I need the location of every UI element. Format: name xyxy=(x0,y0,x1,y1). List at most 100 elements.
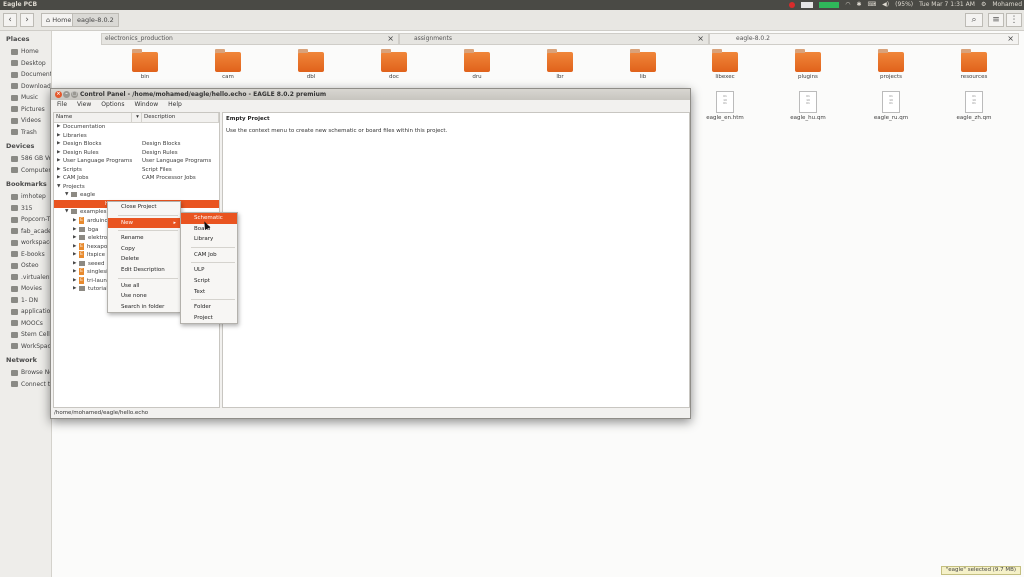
sidebar-item-pictures[interactable]: Pictures xyxy=(0,104,51,116)
ctx-close-project[interactable]: Close Project xyxy=(108,202,180,213)
menu-view[interactable]: View xyxy=(77,100,91,110)
forward-button[interactable]: › xyxy=(20,13,34,27)
collapsed-arrow-icon[interactable]: ▶ xyxy=(73,217,76,226)
new-schematic[interactable]: Schematic xyxy=(181,213,237,224)
breadcrumb-current[interactable]: eagle-8.0.2 xyxy=(72,13,119,27)
menu-options[interactable]: Options xyxy=(101,100,124,110)
user-name[interactable]: Mohamed xyxy=(992,0,1022,10)
sidebar-item-workspace[interactable]: workspace xyxy=(0,237,51,249)
collapsed-arrow-icon[interactable]: ▶ xyxy=(57,123,60,132)
ctx-use-none[interactable]: Use none xyxy=(108,291,180,302)
new-cam-job[interactable]: CAM Job xyxy=(181,250,237,261)
column-name[interactable]: Name xyxy=(54,113,132,122)
sidebar-item-imhotep[interactable]: imhotep xyxy=(0,191,51,203)
battery-label[interactable]: (95%) xyxy=(895,0,913,10)
tree-row-projects[interactable]: ▼ Projects xyxy=(54,183,219,192)
new-folder[interactable]: Folder xyxy=(181,302,237,313)
new-library[interactable]: Library xyxy=(181,234,237,245)
collapsed-arrow-icon[interactable]: ▶ xyxy=(73,285,76,294)
collapsed-arrow-icon[interactable]: ▶ xyxy=(73,268,76,277)
sidebar-item-applications[interactable]: applications xyxy=(0,306,51,318)
collapsed-arrow-icon[interactable]: ▶ xyxy=(73,243,76,252)
collapsed-arrow-icon[interactable]: ▶ xyxy=(57,149,60,158)
close-icon[interactable]: × xyxy=(1007,34,1014,44)
new-project[interactable]: Project xyxy=(181,313,237,324)
indicator-icon[interactable] xyxy=(801,2,814,8)
folder-plugins[interactable]: plugins xyxy=(778,48,838,80)
file-eagle-zh-qm[interactable]: 01 10 01 eagle_zh.qm xyxy=(944,91,1004,121)
tree-row-documentation[interactable]: ▶ Documentation xyxy=(54,123,219,132)
sidebar-item-music[interactable]: Music xyxy=(0,92,51,104)
search-icon[interactable]: ⌕ xyxy=(965,13,983,27)
gear-icon[interactable]: ⚙ xyxy=(981,0,986,10)
sidebar-item-e-books[interactable]: E-books xyxy=(0,249,51,261)
collapsed-arrow-icon[interactable]: ▶ xyxy=(73,226,76,235)
sidebar-item-stem-cells[interactable]: Stem Cells xyxy=(0,329,51,341)
sidebar-item-586-gb-volume[interactable]: 586 GB Volume xyxy=(0,153,51,165)
close-icon[interactable]: × xyxy=(387,34,394,44)
sidebar-item-computer[interactable]: Computer xyxy=(0,165,51,177)
ctx-use-all[interactable]: Use all xyxy=(108,281,180,292)
tree-row-libraries[interactable]: ▶ Libraries xyxy=(54,132,219,141)
ctx-rename[interactable]: Rename xyxy=(108,233,180,244)
collapsed-arrow-icon[interactable]: ▶ xyxy=(73,234,76,243)
clock[interactable]: Tue Mar 7 1:31 AM xyxy=(919,0,975,10)
menu-file[interactable]: File xyxy=(57,100,67,110)
maximize-window-icon[interactable]: □ xyxy=(71,91,78,98)
folder-cam[interactable]: cam xyxy=(198,48,258,80)
folder-lib[interactable]: lib xyxy=(613,48,673,80)
tree-row-scripts[interactable]: ▶ Scripts Script Files xyxy=(54,166,219,175)
sidebar-item-moocs[interactable]: MOOCs xyxy=(0,318,51,330)
sidebar-item-trash[interactable]: Trash xyxy=(0,127,51,139)
collapsed-arrow-icon[interactable]: ▶ xyxy=(57,174,60,183)
folder-resources[interactable]: resources xyxy=(944,48,1004,80)
sidebar-item-315[interactable]: 315 xyxy=(0,203,51,215)
folder-dbl[interactable]: dbl xyxy=(281,48,341,80)
keyboard-icon[interactable]: ⌨ xyxy=(867,0,876,10)
sort-icon[interactable]: ▾ xyxy=(132,113,142,122)
sidebar-item-desktop[interactable]: Desktop xyxy=(0,58,51,70)
collapsed-arrow-icon[interactable]: ▶ xyxy=(73,251,76,260)
expanded-arrow-icon[interactable]: ▼ xyxy=(57,183,60,192)
sidebar-item-videos[interactable]: Videos xyxy=(0,115,51,127)
sidebar-item-virtualenvs[interactable]: .virtualenvs xyxy=(0,272,51,284)
menu-window[interactable]: Window xyxy=(134,100,158,110)
sidebar-item-downloads[interactable]: Downloads xyxy=(0,81,51,93)
ctx-edit-description[interactable]: Edit Description xyxy=(108,265,180,276)
collapsed-arrow-icon[interactable]: ▶ xyxy=(57,140,60,149)
folder-bin[interactable]: bin xyxy=(115,48,175,80)
sidebar-item-documents[interactable]: Documents xyxy=(0,69,51,81)
bluetooth-icon[interactable]: ✱ xyxy=(856,0,861,10)
sidebar-item-1-dn[interactable]: 1- DN xyxy=(0,295,51,307)
sidebar-item-fab-academy[interactable]: fab_academy xyxy=(0,226,51,238)
close-icon[interactable]: × xyxy=(697,34,704,44)
ctx-copy[interactable]: Copy xyxy=(108,244,180,255)
back-button[interactable]: ‹ xyxy=(3,13,17,27)
collapsed-arrow-icon[interactable]: ▶ xyxy=(73,277,76,286)
ctx-delete[interactable]: Delete xyxy=(108,254,180,265)
sidebar-item-osteo[interactable]: Osteo xyxy=(0,260,51,272)
folder-lbr[interactable]: lbr xyxy=(530,48,590,80)
new-text[interactable]: Text xyxy=(181,287,237,298)
menu-help[interactable]: Help xyxy=(168,100,182,110)
tab-assignments[interactable]: assignments × xyxy=(399,33,709,45)
tree-row-cam-jobs[interactable]: ▶ CAM Jobs CAM Processor Jobs xyxy=(54,174,219,183)
tree-row-design-blocks[interactable]: ▶ Design Blocks Design Blocks xyxy=(54,140,219,149)
tree-row-user-language-programs[interactable]: ▶ User Language Programs User Language Pro… xyxy=(54,157,219,166)
tab-eagle[interactable]: eagle-8.0.2 × xyxy=(709,33,1019,45)
sidebar-item-workspace[interactable]: WorkSpace xyxy=(0,341,51,353)
window-titlebar[interactable]: × – □ Control Panel - /home/mohamed/eagl… xyxy=(51,89,690,100)
grid-view-icon[interactable]: ⋮ xyxy=(1006,13,1022,27)
collapsed-arrow-icon[interactable]: ▶ xyxy=(57,166,60,175)
folder-libexec[interactable]: libexec xyxy=(695,48,755,80)
close-window-icon[interactable]: × xyxy=(55,91,62,98)
tree-row-eagle[interactable]: ▼ eagle xyxy=(54,191,219,200)
folder-projects[interactable]: projects xyxy=(861,48,921,80)
new-ulp[interactable]: ULP xyxy=(181,265,237,276)
minimize-window-icon[interactable]: – xyxy=(63,91,70,98)
file-eagle-en-htm[interactable]: 01 10 01 eagle_en.htm xyxy=(695,91,755,121)
sidebar-item-movies[interactable]: Movies xyxy=(0,283,51,295)
volume-icon[interactable]: ◀) xyxy=(882,0,889,10)
folder-doc[interactable]: doc xyxy=(364,48,424,80)
sidebar-item-popcorn-time[interactable]: Popcorn-Time xyxy=(0,214,51,226)
